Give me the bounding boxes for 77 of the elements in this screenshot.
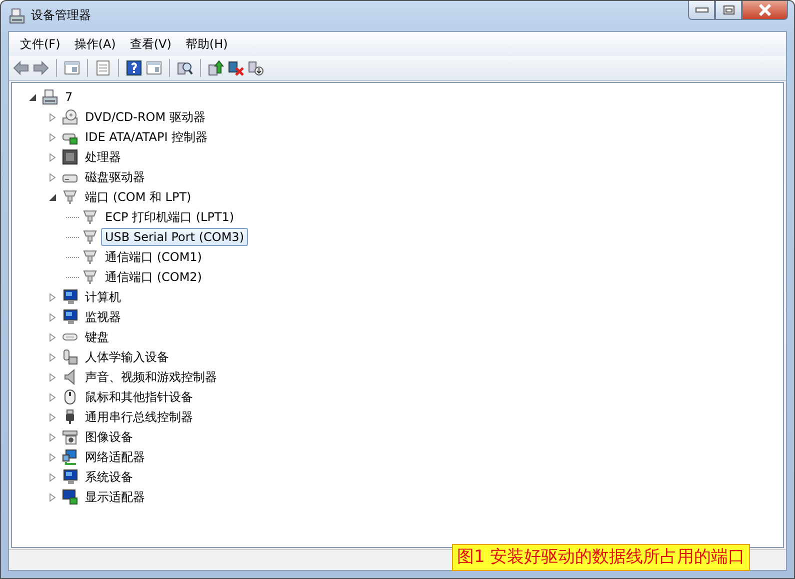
collapsed-arrow-icon[interactable] [48,112,57,122]
collapsed-arrow-icon[interactable] [48,292,57,302]
collapsed-arrow-icon[interactable] [48,352,57,362]
collapsed-arrow-icon[interactable] [48,132,57,142]
uninstall-icon[interactable] [248,60,264,76]
chip-icon [62,149,78,165]
collapsed-arrow-icon[interactable] [48,332,57,342]
forward-arrow-icon[interactable] [33,60,49,76]
computer-icon [9,8,25,24]
menu-item[interactable]: 文件(F) [13,35,68,53]
disable-icon[interactable] [228,60,244,76]
port-icon [82,269,98,285]
minimize-button[interactable] [688,1,715,20]
collapsed-arrow-icon[interactable] [48,372,57,382]
collapsed-arrow-icon[interactable] [48,312,57,322]
menu-item[interactable]: 查看(V) [122,35,178,53]
monitor-icon [62,289,78,305]
tree-item[interactable]: 端口 (COM 和 LPT) [81,186,196,208]
tree-item[interactable]: DVD/CD-ROM 驱动器 [81,106,210,128]
panel-icon[interactable] [64,60,80,76]
monitor-icon [62,309,78,325]
tree-item[interactable]: 通信端口 (COM1) [101,246,206,268]
tree-item[interactable]: 7 [61,88,77,106]
scan-icon[interactable] [177,60,193,76]
port-icon [82,209,98,225]
tree-item[interactable]: 磁盘驱动器 [81,166,149,188]
close-button[interactable] [742,1,788,20]
collapsed-arrow-icon[interactable] [48,492,57,502]
tree-item[interactable]: 声音、视频和游戏控制器 [81,366,221,388]
port-icon [62,189,78,205]
tree-item[interactable]: 鼠标和其他指针设备 [81,386,197,408]
minimize-icon [694,7,708,13]
menu-item[interactable]: 帮助(H) [178,35,235,53]
tree-item[interactable]: ECP 打印机端口 (LPT1) [101,206,238,228]
disc-drive-icon [62,109,78,125]
tree-item[interactable]: 通信端口 (COM2) [101,266,206,288]
window-title: 设备管理器 [31,7,91,24]
port-icon [82,229,98,245]
monitor-icon [62,469,78,485]
tree-item[interactable]: 显示适配器 [81,486,149,508]
maximize-button[interactable] [715,1,742,20]
tree-item[interactable]: IDE ATA/ATAPI 控制器 [81,126,212,148]
expanded-arrow-icon[interactable] [28,92,37,102]
tree-item[interactable]: 监视器 [81,306,125,328]
network-icon [62,449,78,465]
camera-icon [62,429,78,445]
tree-item[interactable]: 网络适配器 [81,446,149,468]
collapsed-arrow-icon[interactable] [48,412,57,422]
collapsed-arrow-icon[interactable] [48,432,57,442]
tree-item[interactable]: 通用串行总线控制器 [81,406,197,428]
display-adapter-icon [62,489,78,505]
tree-item[interactable]: 键盘 [81,326,113,348]
caption: 图1 安装好驱动的数据线所占用的端口 [452,544,750,571]
collapsed-arrow-icon[interactable] [48,172,57,182]
close-icon [758,4,772,16]
tree-item[interactable]: 系统设备 [81,466,137,488]
update-icon[interactable] [208,60,224,76]
collapsed-arrow-icon[interactable] [48,152,57,162]
tree-item[interactable]: 计算机 [81,286,125,308]
tree-item[interactable]: USB Serial Port (COM3) [101,228,248,246]
collapsed-arrow-icon[interactable] [48,472,57,482]
tree-item[interactable]: 处理器 [81,146,125,168]
maximize-icon [722,5,734,15]
expanded-arrow-icon[interactable] [48,192,57,202]
back-arrow-icon[interactable] [13,60,29,76]
port-icon [82,249,98,265]
mouse-icon [62,389,78,405]
properties-icon[interactable] [95,60,111,76]
tree-item[interactable]: 人体学输入设备 [81,346,173,368]
computer-icon [42,89,58,105]
tree-item[interactable]: 图像设备 [81,426,137,448]
menu-item[interactable]: 操作(A) [67,35,123,53]
hand-device-icon [62,349,78,365]
collapsed-arrow-icon[interactable] [48,392,57,402]
panel-icon[interactable] [146,60,162,76]
help-icon[interactable] [126,60,142,76]
collapsed-arrow-icon[interactable] [48,452,57,462]
